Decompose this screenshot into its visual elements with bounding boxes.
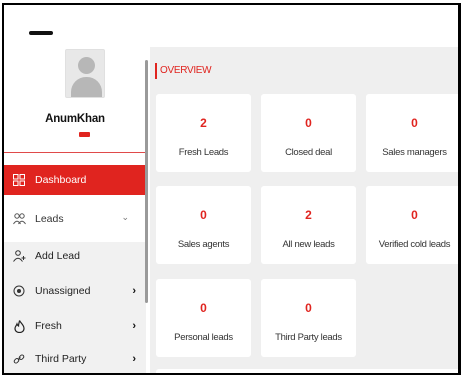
stat-value: 0 xyxy=(305,301,312,315)
submenu-item-label: Third Party xyxy=(35,353,87,365)
stat-value: 0 xyxy=(305,116,312,130)
dashboard-icon xyxy=(12,173,26,187)
stat-card-third-party-leads[interactable]: 0 Third Party leads xyxy=(261,279,356,357)
stat-value: 2 xyxy=(200,116,207,130)
stat-value: 0 xyxy=(200,301,207,315)
stat-label: All new leads xyxy=(282,239,335,250)
stat-card-closed-deal[interactable]: 0 Closed deal xyxy=(261,94,356,172)
sidebar-scrollbar[interactable] xyxy=(145,60,148,303)
chevron-down-icon: ⌄ xyxy=(121,212,129,222)
bottom-panel xyxy=(156,369,458,373)
sidebar-item-label: Dashboard xyxy=(35,174,87,186)
username: AnumKhan xyxy=(45,113,105,125)
submenu-item-label: Fresh xyxy=(35,320,62,332)
submenu-item-label: Unassigned xyxy=(35,285,91,297)
avatar[interactable] xyxy=(65,49,105,98)
stat-card-fresh-leads[interactable]: 2 Fresh Leads xyxy=(156,94,251,172)
add-user-icon xyxy=(12,249,26,263)
menu-icon[interactable] xyxy=(29,31,53,35)
stat-card-sales-managers[interactable]: 0 Sales managers xyxy=(366,94,458,172)
stat-value: 0 xyxy=(411,116,418,130)
sidebar-divider xyxy=(4,152,146,153)
stat-label: Fresh Leads xyxy=(178,147,229,158)
submenu-item-unassigned[interactable]: Unassigned › xyxy=(4,277,146,305)
stat-value: 0 xyxy=(200,208,207,222)
chevron-right-icon: › xyxy=(132,353,136,365)
app-window: AnumKhan Dashboard Leads ⌄ Add Lead Unas… xyxy=(2,3,461,375)
stat-label: Third Party leads xyxy=(275,332,342,343)
flame-icon xyxy=(12,319,26,333)
chevron-right-icon: › xyxy=(132,285,136,297)
stat-label: Sales agents xyxy=(177,239,230,250)
stat-label: Closed deal xyxy=(285,147,332,158)
stat-card-sales-agents[interactable]: 0 Sales agents xyxy=(156,186,251,264)
user-status-indicator xyxy=(79,132,90,137)
stat-card-verified-cold-leads[interactable]: 0 Verified cold leads xyxy=(366,186,458,264)
submenu-item-add-lead[interactable]: Add Lead xyxy=(4,242,146,270)
users-icon xyxy=(12,212,26,226)
sidebar-item-dashboard[interactable]: Dashboard xyxy=(4,165,146,195)
stat-card-personal-leads[interactable]: 0 Personal leads xyxy=(156,279,251,357)
sidebar: AnumKhan Dashboard Leads ⌄ Add Lead Unas… xyxy=(4,5,146,373)
stat-label: Personal leads xyxy=(174,332,233,343)
section-title: OVERVIEW xyxy=(155,63,212,79)
stat-value: 2 xyxy=(305,208,312,222)
submenu-item-third-party[interactable]: Third Party › xyxy=(4,345,146,373)
submenu-item-fresh[interactable]: Fresh › xyxy=(4,312,146,340)
sidebar-item-leads[interactable]: Leads ⌄ xyxy=(4,204,146,234)
stat-label: Sales managers xyxy=(382,147,447,158)
sidebar-item-label: Leads xyxy=(35,213,64,225)
avatar-head-shape xyxy=(78,57,95,74)
avatar-body-shape xyxy=(71,77,102,97)
main-content: OVERVIEW 2 Fresh Leads 0 Closed deal 0 S… xyxy=(150,47,458,373)
leads-submenu: Add Lead Unassigned › Fresh › Third Part… xyxy=(4,242,146,373)
radio-target-icon xyxy=(12,284,26,298)
submenu-item-label: Add Lead xyxy=(35,250,80,262)
link-icon xyxy=(12,352,26,366)
chevron-right-icon: › xyxy=(132,320,136,332)
stat-card-all-new-leads[interactable]: 2 All new leads xyxy=(261,186,356,264)
stat-value: 0 xyxy=(411,208,418,222)
stat-label: Verified cold leads xyxy=(378,239,451,250)
